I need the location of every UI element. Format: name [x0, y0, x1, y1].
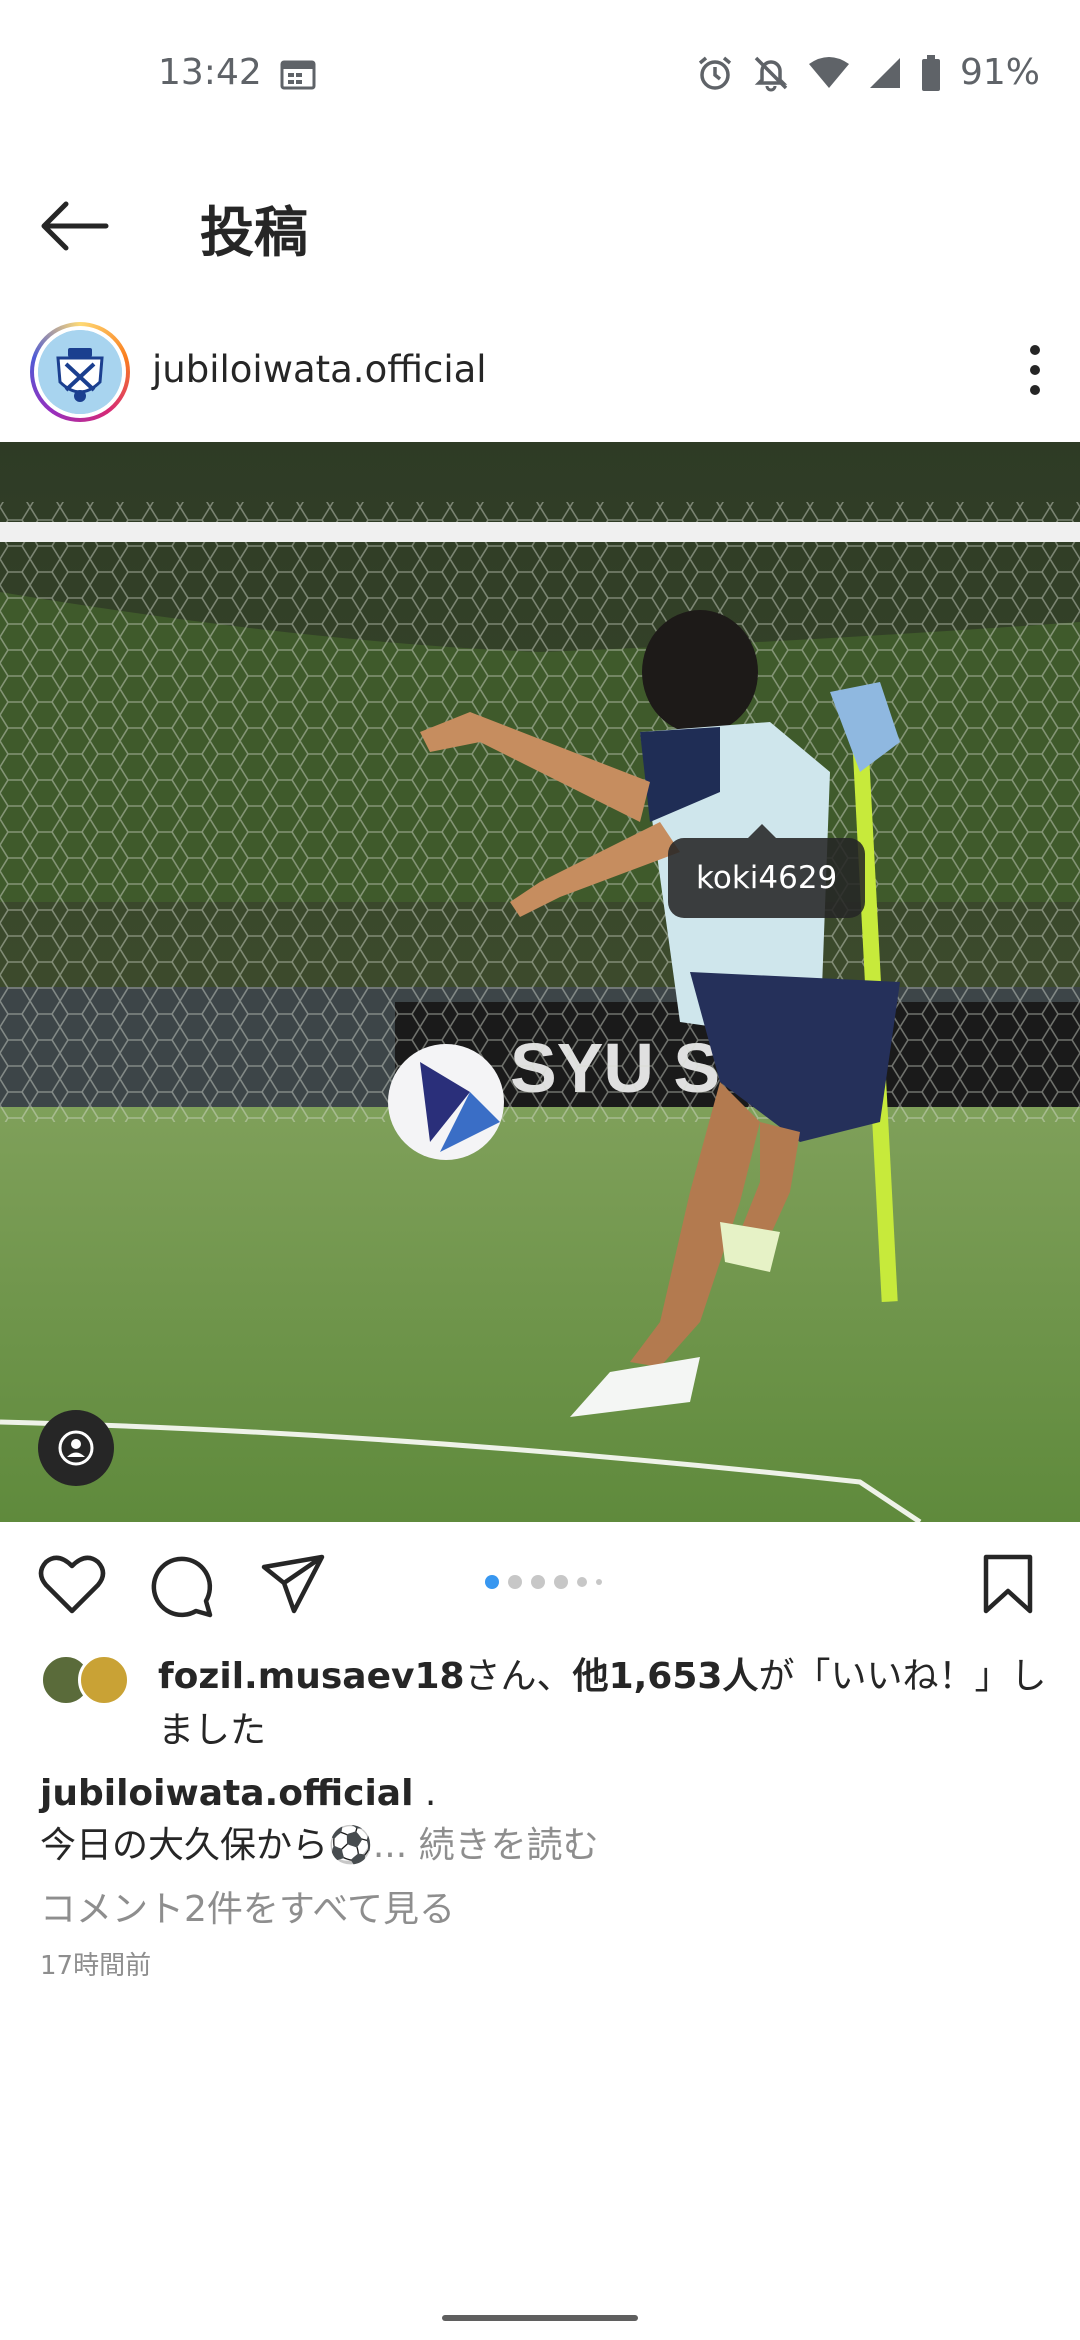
caption-username[interactable]: jubiloiwata.official — [40, 1773, 413, 1814]
status-icons: 91% — [696, 52, 1040, 93]
club-crest-icon — [38, 330, 122, 414]
likes-summary[interactable]: fozil.musaev18さん、他1,653人が「いいね！」しました — [40, 1650, 1050, 1758]
person-icon — [58, 1430, 94, 1466]
caption: jubiloiwata.official . 今日の大久保から⚽️... 続きを… — [40, 1773, 599, 1866]
battery-percent: 91% — [959, 52, 1040, 93]
likes-text: fozil.musaev18さん、他1,653人が「いいね！」しました — [158, 1656, 1047, 1751]
carousel-dot — [596, 1579, 602, 1585]
page-title: 投稿 — [200, 201, 308, 264]
post-username[interactable]: jubiloiwata.official — [152, 348, 487, 391]
signal-icon — [869, 57, 900, 88]
carousel-indicator — [485, 1575, 602, 1589]
carousel-dot — [577, 1577, 587, 1587]
view-comments-link[interactable]: コメント2件をすべて見る — [40, 1880, 455, 1932]
liker-avatar — [78, 1654, 130, 1706]
calendar-icon — [280, 60, 316, 90]
share-icon[interactable] — [260, 1553, 326, 1615]
tagged-users-button[interactable] — [38, 1410, 114, 1486]
bookmark-icon[interactable] — [982, 1553, 1034, 1615]
wifi-icon — [808, 56, 849, 88]
home-indicator[interactable] — [442, 2315, 638, 2321]
arrow-left-icon[interactable] — [34, 194, 114, 258]
carousel-dot — [485, 1575, 499, 1589]
liker-username[interactable]: fozil.musaev18 — [158, 1656, 465, 1697]
carousel-dot — [508, 1575, 522, 1589]
read-more-link[interactable]: ... 続きを読む — [373, 1825, 599, 1866]
app-header: 投稿 — [0, 170, 1080, 280]
post-header: jubiloiwata.official — [0, 310, 1080, 430]
post-image[interactable]: SYU SOLE koki4629 — [0, 442, 1080, 1522]
bell-off-icon — [754, 56, 788, 91]
avatar[interactable] — [30, 322, 130, 422]
alarm-icon — [698, 56, 732, 90]
more-vertical-icon[interactable] — [1020, 340, 1050, 400]
heart-icon[interactable] — [38, 1553, 106, 1615]
comment-icon[interactable] — [148, 1553, 214, 1619]
liker-avatars — [40, 1654, 140, 1710]
battery-icon — [921, 54, 940, 91]
post-actions — [0, 1545, 1080, 1625]
status-bar: 13:42 91% — [0, 0, 1080, 150]
caption-text: 今日の大久保から⚽️ — [40, 1825, 373, 1866]
status-time: 13:42 — [158, 52, 262, 93]
likes-count[interactable]: 他1,653人 — [573, 1656, 759, 1697]
user-tag[interactable]: koki4629 — [668, 824, 866, 918]
carousel-dot — [531, 1575, 545, 1589]
carousel-dot — [554, 1575, 568, 1589]
post-photo: SYU SOLE — [0, 442, 1080, 1522]
post-timestamp: 17時間前 — [40, 1951, 152, 1981]
